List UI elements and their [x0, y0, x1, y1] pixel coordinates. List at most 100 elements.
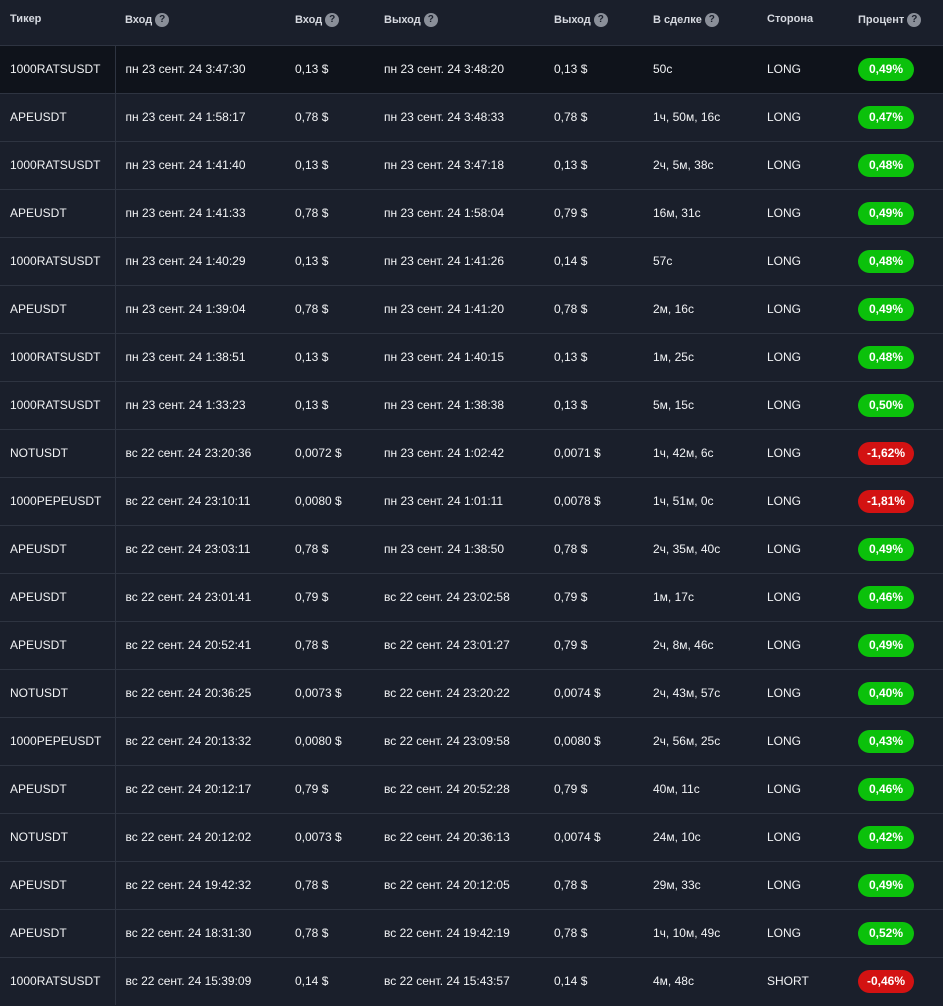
header-entry-price[interactable]: Вход?	[285, 0, 374, 45]
table-row[interactable]: APEUSDT пн 23 сент. 24 1:41:33 0,78 $ пн 23…	[0, 189, 943, 237]
cell-exit-time: пн 23 сент. 24 1:38:38	[384, 398, 504, 412]
table-row[interactable]: 1000RATSUSDT пн 23 сент. 24 1:38:51 0,13 $…	[0, 333, 943, 381]
cell-entry-time: пн 23 сент. 24 1:41:33	[125, 206, 246, 220]
table-body: 1000RATSUSDT пн 23 сент. 24 3:47:30 0,13 $…	[0, 45, 943, 1005]
help-icon[interactable]: ?	[325, 13, 340, 27]
cell-exit-price: 0,0074 $	[554, 830, 601, 844]
table-row[interactable]: NOTUSDT вс 22 сент. 24 23:20:36 0,0072 $ пн…	[0, 429, 943, 477]
percent-badge: 0,49%	[858, 201, 914, 225]
cell-side: LONG	[767, 830, 802, 844]
help-icon[interactable]: ?	[423, 13, 438, 27]
cell-exit-price: 0,78 $	[554, 110, 588, 124]
cell-exit-price: 0,14 $	[554, 254, 588, 268]
cell-exit-price: 0,0071 $	[554, 446, 601, 460]
cell-exit-price: 0,14 $	[554, 974, 588, 989]
cell-exit-time: пн 23 сент. 24 3:48:20	[384, 62, 504, 76]
header-percent[interactable]: Процент?	[848, 0, 943, 45]
cell-percent: -0,46%	[848, 957, 943, 1005]
help-icon[interactable]: ?	[155, 13, 170, 27]
cell-side: LONG	[767, 686, 802, 700]
cell-side: LONG	[767, 542, 802, 556]
cell-duration: 57с	[653, 254, 673, 268]
cell-duration: 1м, 17с	[653, 590, 694, 604]
percent-badge: 0,48%	[858, 249, 914, 273]
trades-table: Тикер Вход? Вход? Выход? Выход? В сделке…	[0, 0, 943, 1005]
cell-entry-price: 0,0080 $	[295, 734, 342, 748]
table-row[interactable]: 1000RATSUSDT пн 23 сент. 24 1:41:40 0,13 $…	[0, 141, 943, 189]
percent-badge: 0,43%	[858, 729, 914, 753]
table-row[interactable]: APEUSDT вс 22 сент. 24 23:01:41 0,79 $ вс 2…	[0, 573, 943, 621]
cell-side: LONG	[767, 254, 802, 268]
cell-entry-time: вс 22 сент. 24 23:20:36	[125, 446, 252, 460]
table-row[interactable]: 1000PEPEUSDT вс 22 сент. 24 20:13:32 0,008…	[0, 717, 943, 765]
cell-exit-time: пн 23 сент. 24 1:38:50	[384, 542, 504, 556]
table-row[interactable]: 1000RATSUSDT пн 23 сент. 24 3:47:30 0,13 $…	[0, 45, 943, 93]
help-icon[interactable]: ?	[593, 13, 608, 27]
table-row[interactable]: APEUSDT вс 22 сент. 24 19:42:32 0,78 $ вс 2…	[0, 861, 943, 909]
cell-ticker: APEUSDT	[0, 621, 116, 669]
cell-duration: 29м, 33с	[653, 878, 701, 892]
header-duration[interactable]: В сделке?	[643, 0, 757, 45]
cell-duration: 2ч, 5м, 38с	[653, 158, 714, 172]
cell-entry-time: вс 22 сент. 24 19:42:32	[125, 878, 252, 892]
cell-exit-price: 0,13 $	[554, 398, 588, 412]
cell-exit-price: 0,13 $	[554, 62, 588, 76]
percent-badge: 0,48%	[858, 153, 914, 177]
cell-percent: 0,47%	[848, 93, 943, 141]
cell-entry-time: вс 22 сент. 24 20:36:25	[125, 686, 252, 700]
table-row[interactable]: NOTUSDT вс 22 сент. 24 20:36:25 0,0073 $ вс…	[0, 669, 943, 717]
cell-exit-time: вс 22 сент. 24 23:02:58	[384, 590, 510, 604]
cell-duration: 2ч, 8м, 46с	[653, 638, 714, 652]
cell-exit-price: 0,78 $	[554, 878, 588, 892]
cell-exit-price: 0,0078 $	[554, 494, 601, 508]
cell-entry-price: 0,79 $	[295, 590, 329, 604]
percent-badge: 0,46%	[858, 585, 914, 609]
cell-exit-price: 0,78 $	[554, 542, 588, 556]
table-row[interactable]: 1000RATSUSDT вс 22 сент. 24 15:39:09 0,14 …	[0, 957, 943, 1005]
cell-side: LONG	[767, 926, 802, 940]
table-row[interactable]: 1000RATSUSDT пн 23 сент. 24 1:33:23 0,13 $…	[0, 381, 943, 429]
cell-exit-price: 0,79 $	[554, 638, 588, 652]
table-row[interactable]: APEUSDT пн 23 сент. 24 1:39:04 0,78 $ пн 23…	[0, 285, 943, 333]
cell-entry-price: 0,13 $	[295, 158, 329, 172]
cell-side: LONG	[767, 638, 802, 652]
percent-badge: 0,47%	[858, 105, 914, 129]
table-row[interactable]: APEUSDT пн 23 сент. 24 1:58:17 0,78 $ пн 23…	[0, 93, 943, 141]
cell-duration: 1м, 25с	[653, 350, 694, 364]
cell-percent: 0,49%	[848, 861, 943, 909]
cell-ticker: 1000PEPEUSDT	[0, 477, 116, 525]
table-row[interactable]: APEUSDT вс 22 сент. 24 18:31:30 0,78 $ вс 2…	[0, 909, 943, 957]
percent-badge: -0,46%	[858, 969, 914, 993]
table-row[interactable]: APEUSDT вс 22 сент. 24 23:03:11 0,78 $ пн 2…	[0, 525, 943, 573]
cell-percent: 0,43%	[848, 717, 943, 765]
help-icon[interactable]: ?	[907, 13, 922, 27]
cell-exit-time: пн 23 сент. 24 1:40:15	[384, 350, 504, 364]
header-ticker[interactable]: Тикер	[0, 0, 115, 45]
cell-exit-price: 0,79 $	[554, 206, 588, 220]
cell-duration: 1ч, 42м, 6с	[653, 446, 714, 460]
cell-entry-price: 0,13 $	[295, 254, 329, 268]
table-row[interactable]: 1000PEPEUSDT вс 22 сент. 24 23:10:11 0,008…	[0, 477, 943, 525]
cell-side: LONG	[767, 110, 802, 124]
header-side[interactable]: Сторона	[757, 0, 848, 45]
table-row[interactable]: APEUSDT вс 22 сент. 24 20:52:41 0,78 $ вс 2…	[0, 621, 943, 669]
table-row[interactable]: NOTUSDT вс 22 сент. 24 20:12:02 0,0073 $ вс…	[0, 813, 943, 861]
cell-exit-time: вс 22 сент. 24 20:36:13	[384, 830, 510, 844]
cell-exit-time: вс 22 сент. 24 23:01:27	[384, 638, 510, 652]
cell-side: SHORT	[767, 974, 809, 989]
cell-entry-price: 0,78 $	[295, 878, 329, 892]
cell-duration: 2м, 16с	[653, 302, 694, 316]
percent-badge: 0,48%	[858, 345, 914, 369]
help-icon[interactable]: ?	[704, 13, 719, 27]
table-row[interactable]: APEUSDT вс 22 сент. 24 20:12:17 0,79 $ вс 2…	[0, 765, 943, 813]
cell-ticker: APEUSDT	[0, 93, 116, 141]
cell-ticker: APEUSDT	[0, 525, 116, 573]
table-row[interactable]: 1000RATSUSDT пн 23 сент. 24 1:40:29 0,13 $…	[0, 237, 943, 285]
cell-percent: 0,50%	[848, 381, 943, 429]
percent-badge: 0,40%	[858, 681, 914, 705]
percent-badge: 0,46%	[858, 777, 914, 801]
header-exit-price[interactable]: Выход?	[544, 0, 643, 45]
header-exit-time[interactable]: Выход?	[374, 0, 544, 45]
percent-badge: 0,42%	[858, 825, 914, 849]
header-entry-time[interactable]: Вход?	[115, 0, 285, 45]
